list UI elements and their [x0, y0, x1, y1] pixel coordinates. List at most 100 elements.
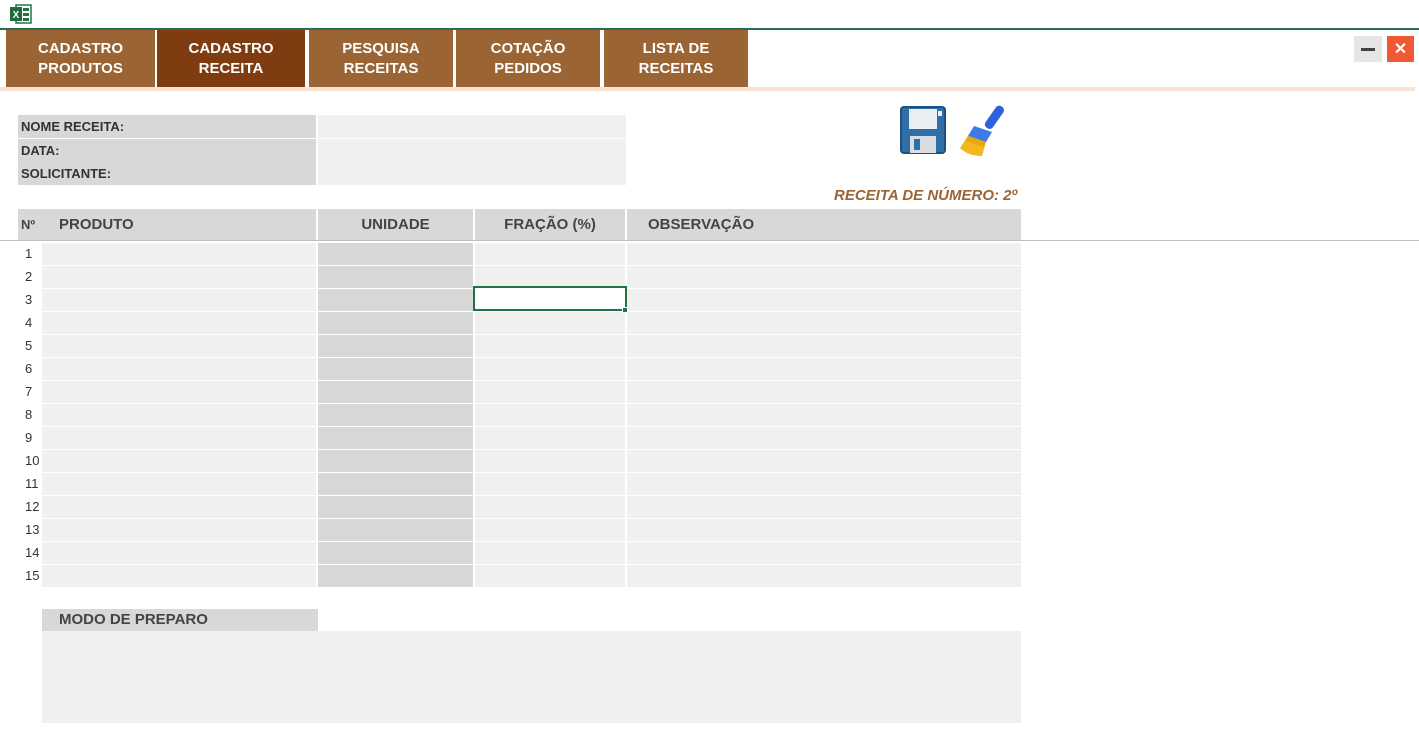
modo-de-preparo-label: MODO DE PREPARO	[42, 609, 318, 631]
fracao-cell[interactable]	[475, 427, 625, 449]
unidade-cell[interactable]	[318, 243, 473, 265]
recipe-number: RECEITA DE NÚMERO: 2º	[834, 187, 1017, 204]
fracao-cell[interactable]	[475, 335, 625, 357]
fracao-cell[interactable]	[475, 266, 625, 288]
produto-cell[interactable]	[42, 496, 316, 518]
unidade-cell[interactable]	[318, 450, 473, 472]
fracao-cell[interactable]	[475, 565, 625, 587]
solicitante-label: SOLICITANTE:	[18, 162, 316, 185]
unidade-cell[interactable]	[318, 427, 473, 449]
unidade-cell[interactable]	[318, 404, 473, 426]
unidade-cell[interactable]	[318, 519, 473, 541]
row-number: 13	[25, 522, 40, 537]
produto-cell[interactable]	[42, 289, 316, 311]
fracao-cell[interactable]	[475, 473, 625, 495]
unidade-cell[interactable]	[318, 289, 473, 311]
row-number: 3	[25, 292, 33, 307]
svg-text:X: X	[13, 10, 20, 21]
row-number: 1	[25, 246, 33, 261]
row-number: 12	[25, 499, 40, 514]
tab-cadastro-produtos[interactable]: CADASTRO PRODUTOS	[6, 30, 155, 87]
fracao-cell[interactable]	[475, 450, 625, 472]
observacao-cell[interactable]	[627, 565, 1021, 587]
selected-cell[interactable]	[473, 286, 627, 311]
col-header-unidade: UNIDADE	[318, 209, 473, 240]
unidade-cell[interactable]	[318, 335, 473, 357]
data-field[interactable]	[318, 139, 626, 162]
produto-cell[interactable]	[42, 450, 316, 472]
produto-cell[interactable]	[42, 404, 316, 426]
produto-cell[interactable]	[42, 312, 316, 334]
observacao-cell[interactable]	[627, 243, 1021, 265]
tab-label: LISTA DE RECEITAS	[638, 39, 714, 77]
unidade-cell[interactable]	[318, 496, 473, 518]
produto-cell[interactable]	[42, 358, 316, 380]
minimize-icon	[1361, 47, 1375, 51]
row-number: 9	[25, 430, 33, 445]
observacao-cell[interactable]	[627, 473, 1021, 495]
produto-cell[interactable]	[42, 565, 316, 587]
observacao-cell[interactable]	[627, 519, 1021, 541]
col-header-fracao: FRAÇÃO (%)	[475, 209, 625, 240]
col-header-produto: PRODUTO	[42, 209, 316, 240]
produto-cell[interactable]	[42, 473, 316, 495]
row-number: 8	[25, 407, 33, 422]
tab-label: CADASTRO PRODUTOS	[38, 39, 123, 77]
close-button[interactable]: ✕	[1387, 36, 1414, 62]
fracao-cell[interactable]	[475, 312, 625, 334]
fracao-cell[interactable]	[475, 496, 625, 518]
observacao-cell[interactable]	[627, 427, 1021, 449]
row-number: 5	[25, 338, 33, 353]
unidade-cell[interactable]	[318, 473, 473, 495]
row-number: 4	[25, 315, 33, 330]
observacao-cell[interactable]	[627, 496, 1021, 518]
observacao-cell[interactable]	[627, 542, 1021, 564]
fracao-cell[interactable]	[475, 358, 625, 380]
fracao-cell[interactable]	[475, 519, 625, 541]
produto-cell[interactable]	[42, 519, 316, 541]
tab-lista-de-receitas[interactable]: LISTA DE RECEITAS	[604, 30, 748, 87]
observacao-cell[interactable]	[627, 312, 1021, 334]
tab-label: PESQUISA RECEITAS	[342, 39, 420, 77]
tab-label: CADASTRO RECEITA	[188, 39, 274, 77]
fracao-cell[interactable]	[475, 542, 625, 564]
unidade-cell[interactable]	[318, 312, 473, 334]
row-number: 11	[25, 476, 39, 491]
observacao-cell[interactable]	[627, 335, 1021, 357]
tab-cadastro-receita[interactable]: CADASTRO RECEITA	[157, 30, 305, 87]
produto-cell[interactable]	[42, 266, 316, 288]
close-icon: ✕	[1393, 41, 1408, 58]
unidade-cell[interactable]	[318, 542, 473, 564]
data-label: DATA:	[18, 139, 316, 162]
solicitante-field[interactable]	[318, 162, 626, 185]
produto-cell[interactable]	[42, 427, 316, 449]
nome-receita-field[interactable]	[318, 115, 626, 138]
observacao-cell[interactable]	[627, 381, 1021, 403]
header-divider	[0, 240, 1419, 241]
tab-cotacao-pedidos[interactable]: COTAÇÃO PEDIDOS	[456, 30, 600, 87]
produto-cell[interactable]	[42, 542, 316, 564]
produto-cell[interactable]	[42, 381, 316, 403]
row-number: 10	[25, 453, 40, 468]
row-number: 7	[25, 384, 33, 399]
unidade-cell[interactable]	[318, 358, 473, 380]
unidade-cell[interactable]	[318, 266, 473, 288]
tab-pesquisa-receitas[interactable]: PESQUISA RECEITAS	[309, 30, 453, 87]
floppy-disk-icon[interactable]	[900, 106, 946, 154]
modo-de-preparo-field[interactable]	[42, 631, 1021, 723]
produto-cell[interactable]	[42, 243, 316, 265]
minimize-button[interactable]	[1354, 36, 1382, 62]
fracao-cell[interactable]	[475, 381, 625, 403]
observacao-cell[interactable]	[627, 358, 1021, 380]
fill-handle[interactable]	[622, 307, 628, 313]
observacao-cell[interactable]	[627, 450, 1021, 472]
broom-icon[interactable]	[956, 102, 1012, 158]
fracao-cell[interactable]	[475, 243, 625, 265]
unidade-cell[interactable]	[318, 381, 473, 403]
observacao-cell[interactable]	[627, 266, 1021, 288]
unidade-cell[interactable]	[318, 565, 473, 587]
observacao-cell[interactable]	[627, 289, 1021, 311]
produto-cell[interactable]	[42, 335, 316, 357]
fracao-cell[interactable]	[475, 404, 625, 426]
observacao-cell[interactable]	[627, 404, 1021, 426]
